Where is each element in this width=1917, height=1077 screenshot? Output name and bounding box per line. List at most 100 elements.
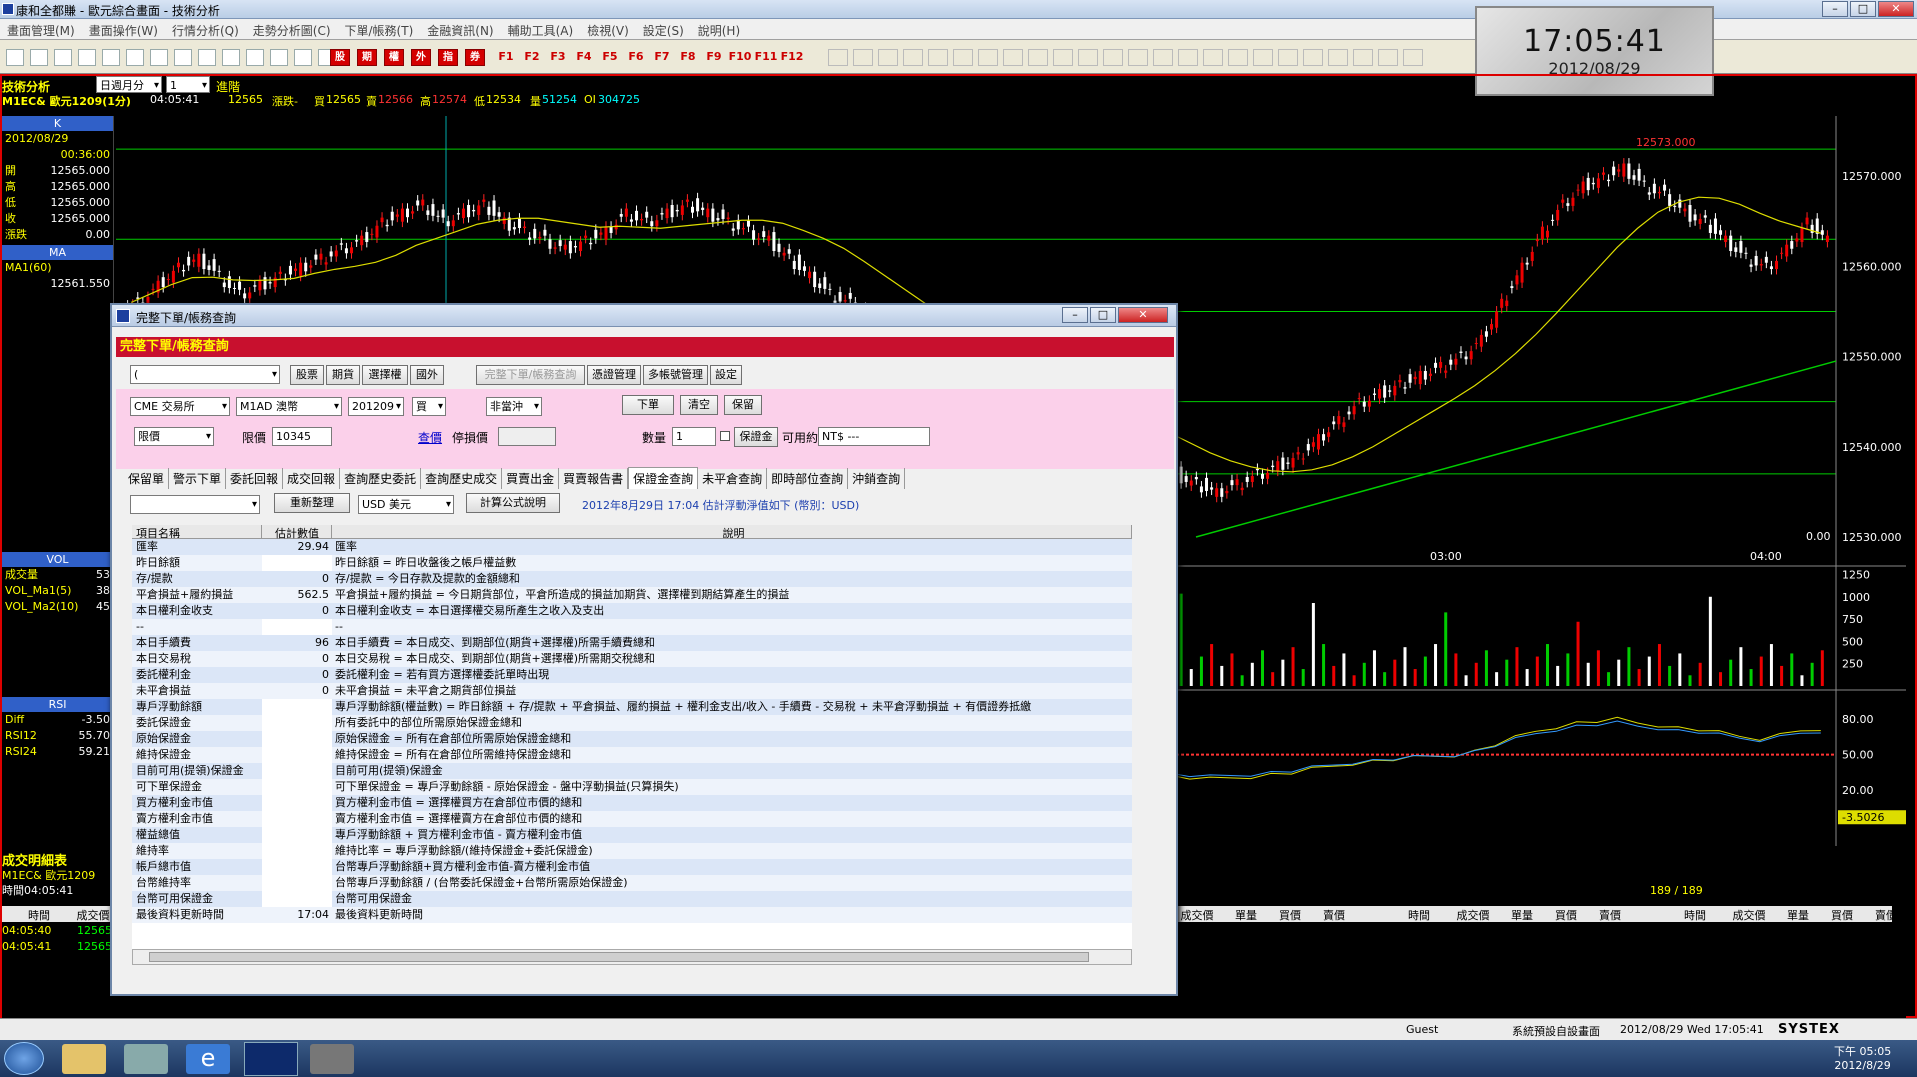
dialog-nav-button[interactable]: 設定 xyxy=(710,365,742,385)
menu-item[interactable]: 行情分析(Q) xyxy=(165,19,246,42)
function-key-button[interactable]: F10 xyxy=(728,49,752,66)
query-tab[interactable]: 買賣出金 xyxy=(502,468,560,489)
margin-checkbox[interactable] xyxy=(720,431,730,441)
query-tab[interactable]: 未平倉查詢 xyxy=(698,468,768,489)
function-key-button[interactable]: F12 xyxy=(780,49,804,66)
tool-icon[interactable] xyxy=(126,49,144,66)
dialog-close-button[interactable]: ✕ xyxy=(1118,307,1168,323)
grid-row[interactable]: 目前可用(提領)保證金 目前可用(提領)保證金 xyxy=(132,763,1132,779)
drawing-tool-icon[interactable] xyxy=(978,49,998,66)
drawing-tool-icon[interactable] xyxy=(1328,49,1348,66)
tool-icon[interactable] xyxy=(150,49,168,66)
menu-item[interactable]: 檢視(V) xyxy=(580,19,636,42)
ie-icon[interactable]: e xyxy=(186,1044,230,1074)
dialog-nav-button[interactable]: 完整下單/帳務查詢 xyxy=(476,365,585,385)
account-select[interactable]: ( xyxy=(130,365,280,384)
function-key-button[interactable]: F4 xyxy=(572,49,596,66)
function-key-button[interactable]: F6 xyxy=(624,49,648,66)
explorer-icon[interactable] xyxy=(62,1044,106,1074)
grid-row[interactable]: 維持率 維持比率 = 專戶浮動餘額/(維持保證金+委託保證金) xyxy=(132,843,1132,859)
stop-price-input[interactable] xyxy=(498,427,556,446)
place-order-button[interactable]: 下單 xyxy=(622,395,674,415)
grid-row[interactable]: 委託權利金 0 委託權利金 = 若有買方選擇權委託單時出現 xyxy=(132,667,1132,683)
quote-link[interactable]: 查價 xyxy=(418,429,442,446)
grid-row[interactable]: 買方權利金市值 買方權利金市值 = 選擇權買方在倉部位市價的總和 xyxy=(132,795,1132,811)
menu-item[interactable]: 輔助工具(A) xyxy=(501,19,581,42)
grid-row[interactable]: 本日交易稅 0 本日交易稅 = 本日成交、到期部位(期貨+選擇權)所需期交稅總和 xyxy=(132,651,1132,667)
grid-row[interactable]: 本日權利金收支 0 本日權利金收支 = 本日選擇權交易所產生之收入及支出 xyxy=(132,603,1132,619)
menu-item[interactable]: 說明(H) xyxy=(691,19,747,42)
product-tab[interactable]: 期貨 xyxy=(326,365,360,385)
function-key-button[interactable]: F7 xyxy=(650,49,674,66)
drawing-tool-icon[interactable] xyxy=(1078,49,1098,66)
tool-icon[interactable] xyxy=(54,49,72,66)
function-key-button[interactable]: F8 xyxy=(676,49,700,66)
tool-icon[interactable] xyxy=(78,49,96,66)
grid-row[interactable]: 平倉損益+履約損益 562.5 平倉損益+履約損益 = 今日期貨部位，平倉所造成的損… xyxy=(132,587,1132,603)
period-value-select[interactable]: 1 xyxy=(166,76,210,94)
grid-row[interactable]: 最後資料更新時間 17:04 最後資料更新時間 xyxy=(132,907,1132,923)
query-tab[interactable]: 警示下單 xyxy=(169,468,227,489)
drawing-tool-icon[interactable] xyxy=(1128,49,1148,66)
query-tab[interactable]: 委託回報 xyxy=(226,468,284,489)
product-tab[interactable]: 國外 xyxy=(410,365,444,385)
start-button[interactable] xyxy=(4,1042,44,1075)
paint-icon[interactable] xyxy=(310,1044,354,1074)
drawing-tool-icon[interactable] xyxy=(1153,49,1173,66)
quick-order-button[interactable]: 指 xyxy=(438,49,458,66)
query-tab[interactable]: 保留單 xyxy=(124,468,170,489)
product-tab[interactable]: 股票 xyxy=(290,365,324,385)
tool-icon[interactable] xyxy=(30,49,48,66)
drawing-tool-icon[interactable] xyxy=(828,49,848,66)
drawing-tool-icon[interactable] xyxy=(1228,49,1248,66)
grid-row[interactable]: 可下單保證金 可下單保證金 = 專戶浮動餘額 - 原始保證金 - 盤中浮動損益(只… xyxy=(132,779,1132,795)
drawing-tool-icon[interactable] xyxy=(953,49,973,66)
drawing-tool-icon[interactable] xyxy=(903,49,923,66)
function-key-button[interactable]: F5 xyxy=(598,49,622,66)
drawing-tool-icon[interactable] xyxy=(1178,49,1198,66)
grid-row[interactable]: 未平倉損益 0 未平倉損益 = 未平倉之期貨部位損益 xyxy=(132,683,1132,699)
menu-item[interactable]: 金融資訊(N) xyxy=(420,19,500,42)
grid-row[interactable]: 台幣可用保證金 台幣可用保證金 xyxy=(132,891,1132,907)
query-tab[interactable]: 買賣報告書 xyxy=(559,468,629,489)
query-tab[interactable]: 成交回報 xyxy=(283,468,341,489)
menu-item[interactable]: 下單/帳務(T) xyxy=(338,19,421,42)
drawing-tool-icon[interactable] xyxy=(1378,49,1398,66)
margin-button[interactable]: 保證金 xyxy=(734,427,778,447)
tool-icon[interactable] xyxy=(6,49,24,66)
dialog-nav-button[interactable]: 多帳號管理 xyxy=(643,365,708,385)
grid-row[interactable]: 委託保證金 所有委託中的部位所需原始保證金總和 xyxy=(132,715,1132,731)
drawing-tool-icon[interactable] xyxy=(1053,49,1073,66)
refresh-button[interactable]: 重新整理 xyxy=(274,493,350,513)
drawing-tool-icon[interactable] xyxy=(1003,49,1023,66)
query-tab[interactable]: 即時部位查詢 xyxy=(767,468,849,489)
offset-select[interactable]: 非當沖 xyxy=(486,397,542,416)
product-tab[interactable]: 選擇權 xyxy=(362,365,408,385)
grid-row[interactable]: 本日手續費 96 本日手續費 = 本日成交、到期部位(期貨+選擇權)所需手續費總和 xyxy=(132,635,1132,651)
query-tab[interactable]: 查詢歷史成交 xyxy=(421,468,503,489)
grid-row[interactable]: 台幣維持率 台幣專戶浮動餘額 / (台幣委託保證金+台幣所需原始保證金) xyxy=(132,875,1132,891)
function-key-button[interactable]: F9 xyxy=(702,49,726,66)
scrollbar-thumb[interactable] xyxy=(149,952,1089,962)
currency-select[interactable]: USD 美元 xyxy=(358,495,454,514)
period-select[interactable]: 日週月分 xyxy=(96,76,162,94)
limit-price-input[interactable]: 10345 xyxy=(272,427,332,446)
drawing-tool-icon[interactable] xyxy=(1103,49,1123,66)
menu-item[interactable]: 走勢分析圖(C) xyxy=(246,19,338,42)
maximize-button[interactable]: □ xyxy=(1850,1,1876,17)
query-account-select[interactable] xyxy=(130,495,260,514)
drawing-tool-icon[interactable] xyxy=(1253,49,1273,66)
function-key-button[interactable]: F3 xyxy=(546,49,570,66)
tool-icon[interactable] xyxy=(198,49,216,66)
grid-row[interactable]: 昨日餘額 昨日餘額 = 昨日收盤後之帳戶權益數 xyxy=(132,555,1132,571)
quick-order-button[interactable]: 券 xyxy=(465,49,485,66)
drawing-tool-icon[interactable] xyxy=(1353,49,1373,66)
dialog-minimize-button[interactable]: – xyxy=(1062,307,1088,323)
menu-item[interactable]: 畫面操作(W) xyxy=(82,19,165,42)
query-tab[interactable]: 沖銷查詢 xyxy=(848,468,906,489)
close-button[interactable]: ✕ xyxy=(1878,1,1914,17)
function-key-button[interactable]: F2 xyxy=(520,49,544,66)
grid-row[interactable]: 帳戶總市值 台幣專戶浮動餘額+買方權利金市值-賣方權利金市值 xyxy=(132,859,1132,875)
quick-order-button[interactable]: 權 xyxy=(384,49,404,66)
qty-input[interactable]: 1 xyxy=(672,427,716,446)
